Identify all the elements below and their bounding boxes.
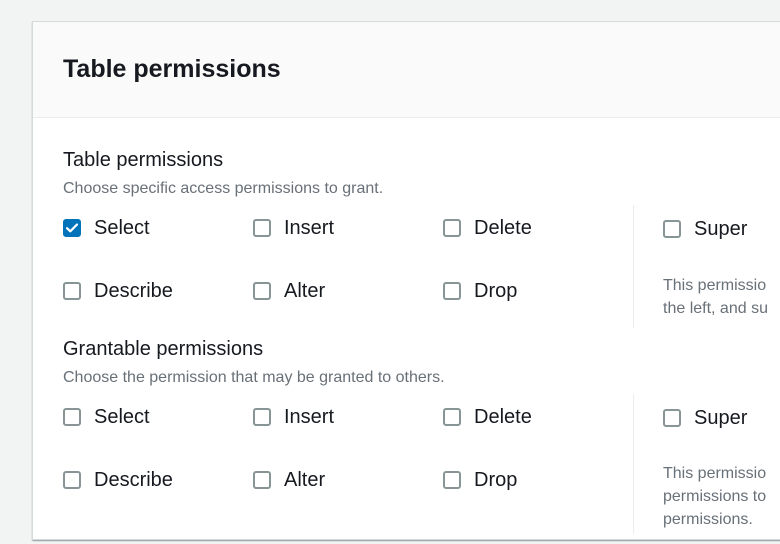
grantable-super-checkbox[interactable]: Super	[663, 404, 747, 432]
checkbox-box[interactable]	[63, 219, 81, 237]
table-perm-describe-checkbox[interactable]: Describe	[63, 277, 173, 305]
note-line: the left, and su	[663, 300, 768, 317]
table-permissions-panel: Table permissions Table permissions Choo…	[32, 21, 780, 540]
checkbox-label: Drop	[474, 469, 518, 491]
checkbox-box[interactable]	[253, 471, 271, 489]
checkbox-box[interactable]	[443, 408, 461, 426]
table-permissions-description: Choose specific access permissions to gr…	[63, 180, 384, 197]
checkbox-label: Alter	[284, 469, 326, 491]
table-permissions-label: Table permissions	[63, 149, 224, 171]
grantable-alter-checkbox[interactable]: Alter	[253, 466, 325, 494]
table-perm-insert-checkbox[interactable]: Insert	[253, 214, 334, 242]
checkbox-box[interactable]	[663, 409, 681, 427]
grantable-describe-checkbox[interactable]: Describe	[63, 466, 173, 494]
checkbox-box[interactable]	[253, 408, 271, 426]
checkbox-box[interactable]	[443, 471, 461, 489]
checkmark-icon	[66, 223, 78, 233]
checkbox-label: Super	[694, 218, 748, 240]
checkbox-label: Select	[94, 406, 150, 428]
checkbox-box[interactable]	[63, 408, 81, 426]
super-permission-note: This permissio the left, and su	[663, 274, 780, 320]
checkbox-box[interactable]	[443, 282, 461, 300]
grantable-select-checkbox[interactable]: Select	[63, 403, 150, 431]
checkbox-box[interactable]	[253, 219, 271, 237]
note-line: permissions to	[663, 488, 767, 505]
checkbox-box[interactable]	[253, 282, 271, 300]
grantable-permissions-label: Grantable permissions	[63, 338, 264, 360]
checkbox-label: Super	[694, 407, 748, 429]
table-permissions-section: Table permissions Choose specific access…	[63, 148, 780, 328]
checkbox-label: Describe	[94, 280, 173, 302]
checkbox-label: Insert	[284, 406, 335, 428]
grantable-insert-checkbox[interactable]: Insert	[253, 403, 334, 431]
grantable-permissions-description: Choose the permission that may be grante…	[63, 369, 445, 386]
column-divider	[633, 205, 634, 328]
table-perm-select-checkbox[interactable]: Select	[63, 214, 150, 242]
checkbox-box[interactable]	[63, 282, 81, 300]
grantable-drop-checkbox[interactable]: Drop	[443, 466, 517, 494]
grantable-delete-checkbox[interactable]: Delete	[443, 403, 532, 431]
checkbox-label: Drop	[474, 280, 518, 302]
column-divider	[633, 394, 634, 534]
table-perm-delete-checkbox[interactable]: Delete	[443, 214, 532, 242]
checkbox-box[interactable]	[663, 220, 681, 238]
note-line: This permissio	[663, 465, 767, 482]
checkbox-label: Select	[94, 217, 150, 239]
super-permission-note: This permissio permissions to permission…	[663, 462, 780, 531]
grantable-permissions-section: Grantable permissions Choose the permiss…	[63, 337, 780, 537]
checkbox-label: Delete	[474, 406, 532, 428]
checkbox-box[interactable]	[63, 471, 81, 489]
checkbox-label: Alter	[284, 280, 326, 302]
table-perm-super-checkbox[interactable]: Super	[663, 215, 747, 243]
checkbox-label: Delete	[474, 217, 532, 239]
checkbox-label: Describe	[94, 469, 173, 491]
panel-title: Table permissions	[63, 55, 281, 83]
panel-header: Table permissions	[33, 22, 780, 118]
note-line: permissions.	[663, 511, 753, 528]
note-line: This permissio	[663, 277, 767, 294]
table-perm-alter-checkbox[interactable]: Alter	[253, 277, 325, 305]
table-perm-drop-checkbox[interactable]: Drop	[443, 277, 517, 305]
checkbox-label: Insert	[284, 217, 335, 239]
checkbox-box[interactable]	[443, 219, 461, 237]
